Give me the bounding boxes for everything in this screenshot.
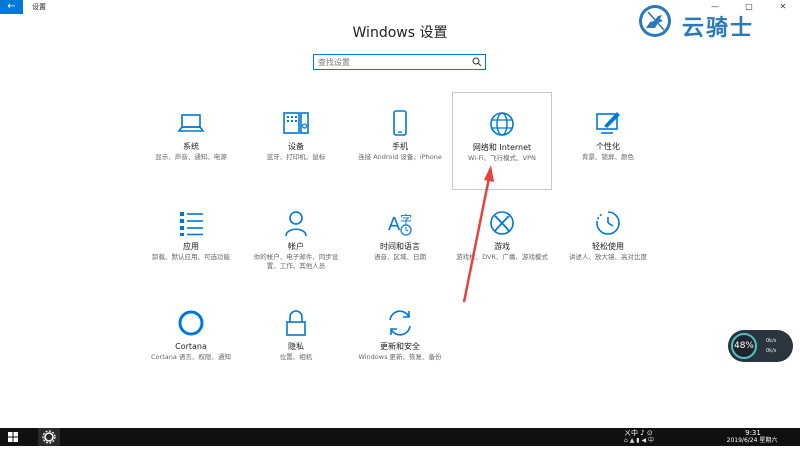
ime-indicator[interactable]: ㄨ中 ♪ ⊙ [624,429,653,437]
clock-date[interactable]: 2019/6/24 星期六 [716,437,788,445]
taskbar-settings-app[interactable] [38,428,60,446]
tray-icons[interactable]: ⌂ ▲ ▮ ◀ 中 [624,437,654,445]
gear-icon [42,430,56,444]
download-speed: 0k/s [766,348,777,354]
upload-speed: 0k/s [766,338,777,344]
memory-usage-badge: 48% [731,333,757,359]
windows-logo-icon [8,432,18,442]
start-button[interactable] [0,428,26,446]
clock-time[interactable]: 9:31 [728,429,778,437]
annotation-arrow [462,165,494,303]
network-speed-widget[interactable]: 48% 0k/s 0k/s [728,330,793,362]
taskbar: ㄨ中 ♪ ⊙ ⌂ ▲ ▮ ◀ 中 9:31 2019/6/24 星期六 [0,428,800,446]
